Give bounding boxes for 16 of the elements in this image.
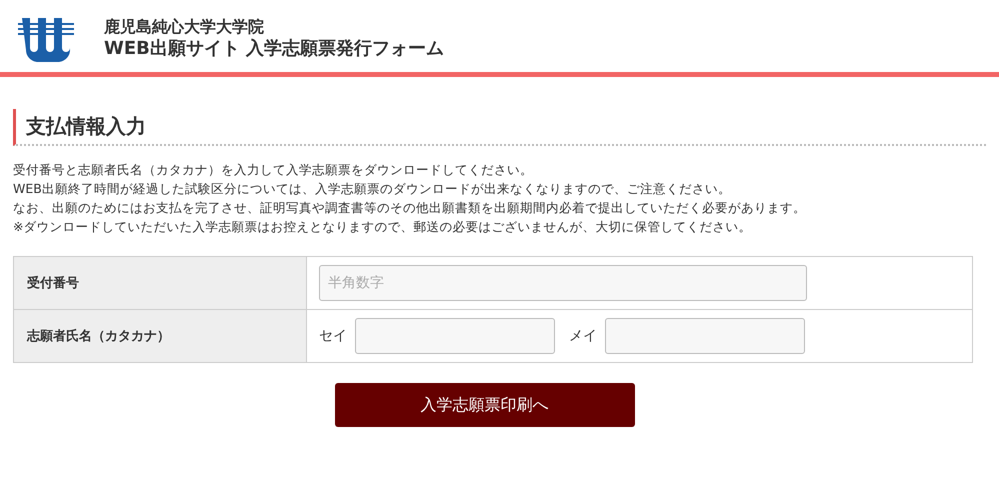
field-prefix: メイ xyxy=(569,327,597,345)
instruction-text: WEB出願終了時間が経過した試験区分については、入学志願票のダウンロードが出来なくなりますので、ご注意ください。 xyxy=(13,180,732,198)
section-heading: 支払情報入力 xyxy=(13,109,986,146)
site-subtitle: WEB出願サイト 入学志願票発行フォーム xyxy=(104,37,444,61)
instruction-text: 受付番号と志願者氏名（カタカナ）を入力して入学志願票をダウンロードしてください。 xyxy=(13,161,534,179)
instruction-text: なお、出願のためにはお支払を完了させ、証明写真や調査書等のその他出願書類を出願期間内必着で提出していただく必要があります。 xyxy=(13,199,807,217)
field-label: 受付番号 xyxy=(27,274,79,292)
input-field[interactable] xyxy=(605,318,805,354)
field-prefix: セイ xyxy=(319,327,347,345)
university-logo-icon xyxy=(18,15,74,63)
field-label: 志願者氏名（カタカナ） xyxy=(27,328,170,345)
print-button[interactable]: 入学志願票印刷へ xyxy=(334,383,634,427)
site-title: 鹿児島純心大学大学院 xyxy=(104,17,265,37)
input-field[interactable] xyxy=(355,318,555,354)
instruction-text: ※ダウンロードしていただいた入学志願票はお控えとなりますので、郵送の必要はございませんが、大切に保管してください。 xyxy=(13,218,752,236)
input-field[interactable]: 半角数字 xyxy=(319,265,807,301)
